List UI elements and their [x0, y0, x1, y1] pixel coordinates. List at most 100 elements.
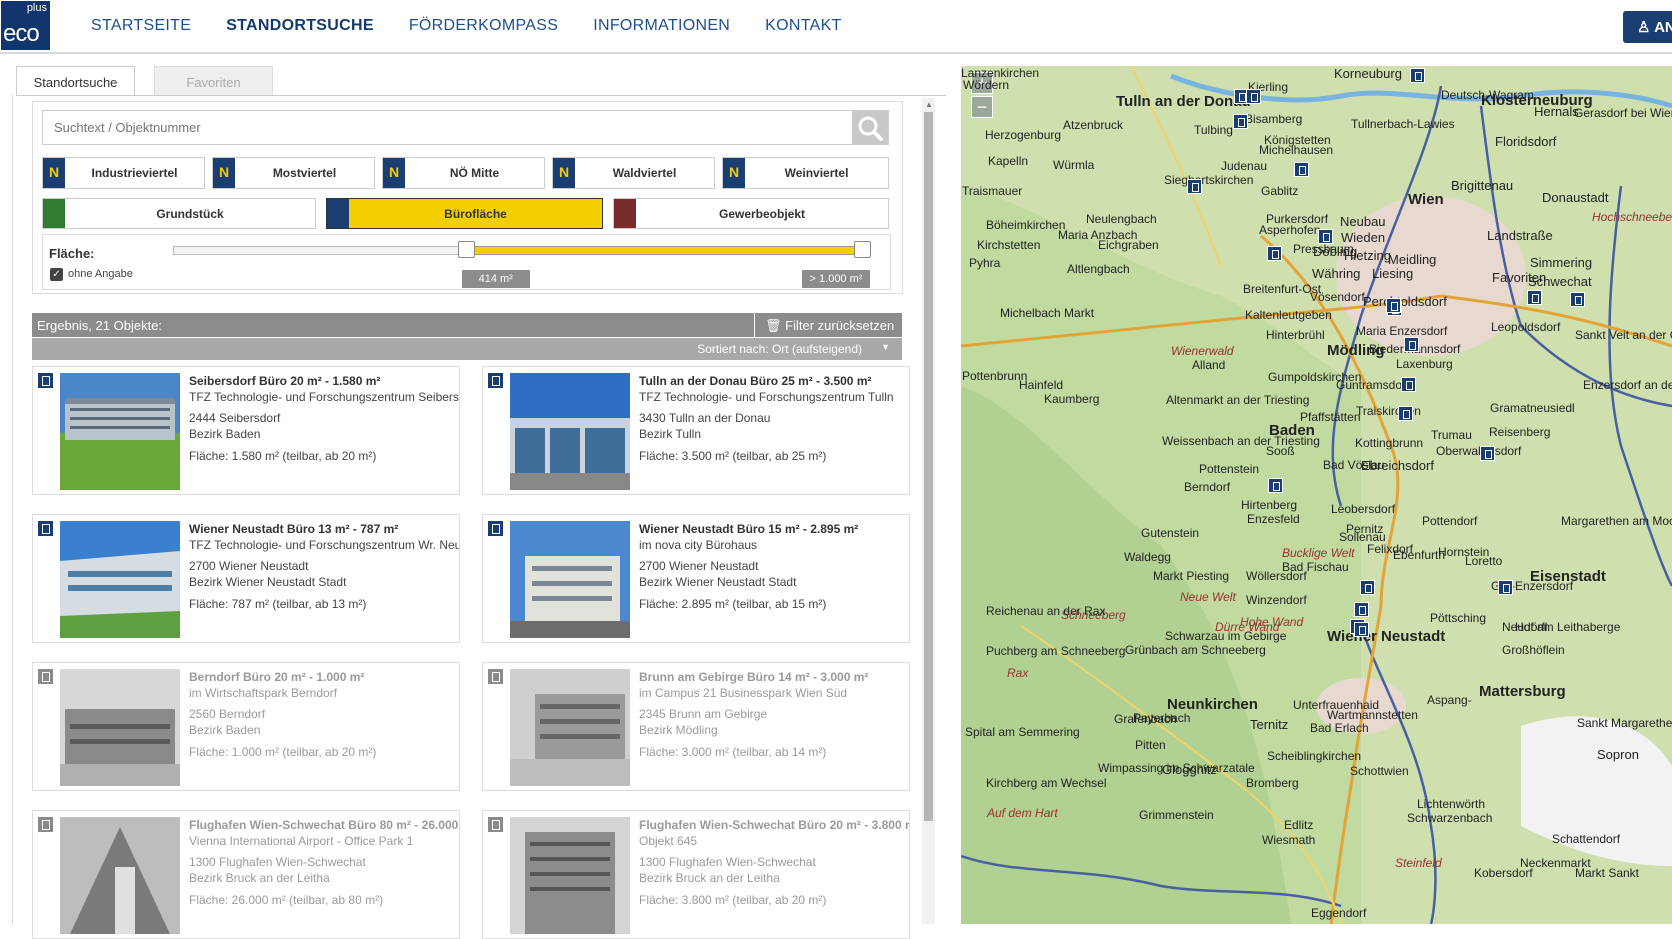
map-marker-office-icon[interactable] [1354, 622, 1369, 637]
type-grundstueck[interactable]: Grundstück [42, 198, 316, 229]
nav-kontakt[interactable]: KONTAKT [765, 17, 841, 35]
tab-standortsuche[interactable]: Standortsuche [16, 66, 135, 96]
map-place-label: Schwechat [1528, 274, 1592, 289]
result-card[interactable]: Flughafen Wien-Schwechat Büro 20 m² - 3.… [482, 810, 910, 939]
card-title[interactable]: Wiener Neustadt Büro 13 m² - 787 m² [189, 521, 459, 537]
map-place-label: Neubau [1340, 214, 1386, 229]
card-area: Fläche: 1.000 m² (teilbar, ab 20 m²) [189, 745, 377, 759]
nav-startseite[interactable]: STARTSEITE [91, 17, 191, 35]
map-place-label: Großhöflein [1502, 643, 1565, 657]
region-waldviertel[interactable]: N Waldviertel [552, 157, 715, 189]
map-place-label: Reisenberg [1489, 425, 1551, 439]
card-title[interactable]: Berndorf Büro 20 m² - 1.000 m² [189, 669, 459, 685]
map-place-label: Trumau [1431, 428, 1472, 442]
scrollbar-thumb[interactable] [924, 112, 933, 821]
result-card[interactable]: Wiener Neustadt Büro 13 m² - 787 m² TFZ … [32, 514, 460, 643]
sort-dropdown[interactable]: Sortiert nach: Ort (aufsteigend) ▼ [32, 338, 902, 360]
zoom-out-button[interactable]: − [971, 96, 993, 118]
map-place-label: Neulengbach [1086, 212, 1157, 226]
map-place-label: Gablitz [1261, 184, 1299, 198]
map-marker-office-icon[interactable] [1187, 179, 1202, 194]
result-card[interactable]: Brunn am Gebirge Büro 14 m² - 3.000 m² i… [482, 662, 910, 791]
result-card[interactable]: Berndorf Büro 20 m² - 1.000 m² im Wirtsc… [32, 662, 460, 791]
map-marker-office-icon[interactable] [1386, 298, 1401, 313]
map-marker-office-icon[interactable] [1498, 580, 1513, 595]
result-card[interactable]: Tulln an der Donau Büro 25 m² - 3.500 m²… [482, 366, 910, 495]
reset-filter-button[interactable]: 🗑 Filter zurücksetzen [754, 313, 902, 337]
result-card[interactable]: Flughafen Wien-Schwechat Büro 80 m² - 26… [32, 810, 460, 939]
area-max-value: > 1.000 m² [802, 270, 870, 288]
map-marker-office-icon[interactable] [1318, 229, 1333, 244]
region-label: Waldviertel [612, 166, 677, 180]
map-place-label: Sooß [1266, 444, 1295, 458]
result-card[interactable]: Seibersdorf Büro 20 m² - 1.580 m² TFZ Te… [32, 366, 460, 495]
map-marker-office-icon[interactable] [1267, 246, 1282, 261]
map-place-label: Bucklige Welt [1282, 546, 1355, 560]
noe-logo-icon: N [723, 158, 745, 188]
map-marker-office-icon[interactable] [1246, 89, 1261, 104]
office-icon [38, 521, 53, 536]
card-title[interactable]: Wiener Neustadt Büro 15 m² - 2.895 m² [639, 521, 909, 537]
map-place-label: Kaumberg [1044, 392, 1100, 406]
map-marker-office-icon[interactable] [1527, 290, 1542, 305]
map-marker-office-icon[interactable] [1360, 580, 1375, 595]
map-marker-office-icon[interactable] [1233, 114, 1248, 129]
property-photo [510, 669, 630, 786]
map-place-label: Sankt Margarethen im Burgenland [1577, 716, 1672, 730]
card-title[interactable]: Flughafen Wien-Schwechat Büro 80 m² - 26… [189, 817, 459, 833]
map-place-label: Schottwien [1350, 764, 1409, 778]
region-label: NÖ Mitte [449, 166, 500, 180]
map-marker-office-icon[interactable] [1410, 68, 1425, 83]
map-place-label: Döbling [1313, 244, 1358, 259]
no-area-checkbox[interactable]: ✓ [50, 268, 63, 281]
property-photo [60, 669, 180, 786]
map-marker-office-icon[interactable] [1401, 377, 1416, 392]
trash-icon: 🗑 [765, 318, 782, 333]
chevron-down-icon: ▼ [881, 342, 890, 352]
area-slider-min-handle[interactable] [457, 241, 475, 258]
map-place-label: Hernals [1534, 104, 1579, 119]
map-marker-office-icon[interactable] [1398, 406, 1413, 421]
ecoplus-logo[interactable]: plus eco [1, 1, 50, 50]
type-bueroflaeche[interactable]: Bürofläche [326, 198, 603, 229]
area-slider-max-handle[interactable] [854, 241, 871, 258]
area-slider-track[interactable] [173, 246, 870, 255]
nav-standortsuche[interactable]: STANDORTSUCHE [226, 17, 374, 35]
card-subtitle: im Campus 21 Businesspark Wien Süd [639, 686, 848, 700]
card-address: 1300 Flughafen Wien-Schwechat [639, 855, 816, 869]
tab-favoriten[interactable]: Favoriten [154, 66, 273, 96]
card-title[interactable]: Brunn am Gebirge Büro 14 m² - 3.000 m² [639, 669, 909, 685]
map-marker-office-icon[interactable] [1480, 446, 1495, 461]
region-mostviertel[interactable]: N Mostviertel [212, 157, 375, 189]
map-place-label: Weissenbach an der Triesting [1162, 434, 1320, 448]
results-scrollbar[interactable]: ▲ [922, 98, 935, 924]
map-marker-office-icon[interactable] [1268, 478, 1283, 493]
type-gewerbeobjekt[interactable]: Gewerbeobjekt [613, 198, 889, 229]
user-account-button[interactable]: ♙ AN [1623, 11, 1672, 43]
card-title[interactable]: Seibersdorf Büro 20 m² - 1.580 m² [189, 373, 459, 389]
search-button[interactable] [852, 111, 888, 144]
map-marker-office-icon[interactable] [1404, 337, 1419, 352]
nav-foerderkompass[interactable]: FÖRDERKOMPASS [409, 17, 558, 35]
property-photo [60, 817, 180, 934]
commercial-icon [614, 199, 636, 228]
card-district: Bezirk Mödling [639, 723, 718, 737]
map-view[interactable]: + − Tulln an der Donau Korneuburg Klostern… [961, 66, 1672, 924]
map-place-label: Wien [1408, 191, 1444, 208]
card-title[interactable]: Flughafen Wien-Schwechat Büro 20 m² - 3.… [639, 817, 909, 833]
search-input[interactable] [43, 111, 848, 144]
map-place-label: Bad Fischau [1282, 560, 1349, 574]
region-industrieviertel[interactable]: N Industrieviertel [42, 157, 205, 189]
map-marker-office-icon[interactable] [1570, 292, 1585, 307]
card-title[interactable]: Tulln an der Donau Büro 25 m² - 3.500 m² [639, 373, 909, 389]
sort-label: Sortiert nach: Ort (aufsteigend) [697, 342, 862, 356]
map-marker-office-icon[interactable] [1354, 602, 1369, 617]
map-marker-office-icon[interactable] [1294, 162, 1309, 177]
map-place-label: Tulbing [1194, 123, 1233, 137]
nav-informationen[interactable]: INFORMATIONEN [593, 17, 730, 35]
region-weinviertel[interactable]: N Weinviertel [722, 157, 889, 189]
area-min-value: 414 m² [461, 270, 530, 288]
result-card[interactable]: Wiener Neustadt Büro 15 m² - 2.895 m² im… [482, 514, 910, 643]
region-noe-mitte[interactable]: N NÖ Mitte [382, 157, 545, 189]
property-photo [510, 521, 630, 638]
